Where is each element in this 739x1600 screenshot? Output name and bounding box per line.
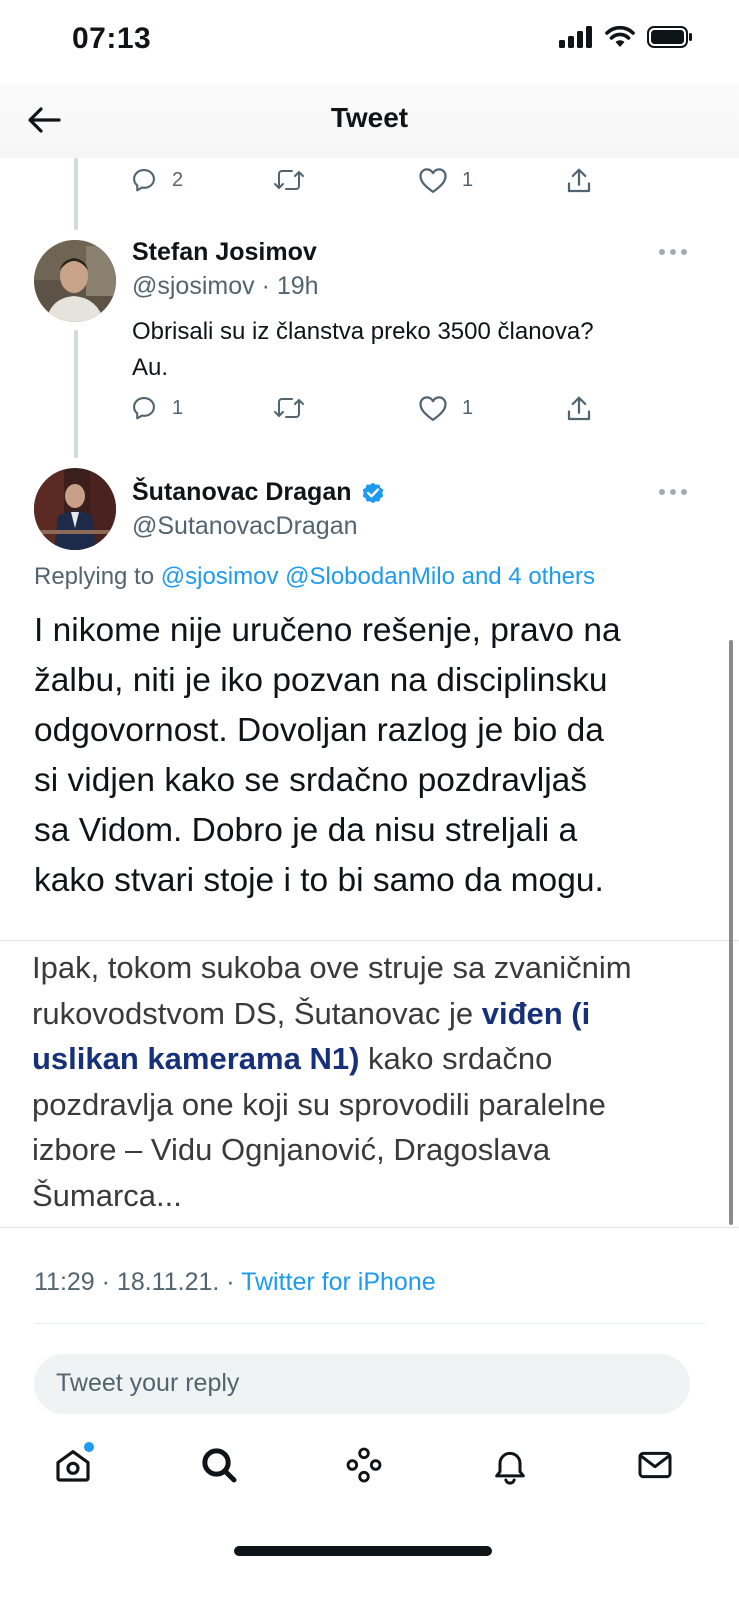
like-count: 1: [462, 168, 474, 191]
reply-button[interactable]: 2: [130, 166, 183, 194]
spaces-icon: [346, 1447, 382, 1483]
search-icon: [202, 1448, 237, 1483]
replying-to: Replying to @sjosimov @SlobodanMilo and …: [34, 563, 596, 590]
signal-icon: [559, 26, 592, 48]
reply-icon: [133, 397, 155, 420]
retweet-button[interactable]: [273, 166, 305, 194]
like-icon: [419, 168, 447, 193]
share-button[interactable]: [564, 166, 594, 196]
tab-messages[interactable]: [630, 1440, 680, 1490]
author-handle: @sjosimov · 19h: [132, 272, 319, 300]
retweet-icon: [274, 170, 304, 190]
tweet-source-link[interactable]: Twitter for iPhone: [241, 1268, 436, 1296]
replying-to-links[interactable]: @sjosimov @SlobodanMilo and 4 others: [161, 563, 595, 590]
more-button[interactable]: [659, 489, 687, 497]
image-text: Ipak, tokom sukoba ove struje sa zvaničn…: [32, 950, 632, 1213]
like-button[interactable]: 1: [418, 166, 473, 194]
reply-button[interactable]: 1: [130, 394, 183, 422]
more-icon: [659, 489, 665, 495]
avatar[interactable]: [34, 468, 116, 550]
tab-notifications[interactable]: [485, 1440, 535, 1490]
share-icon: [567, 168, 591, 193]
reply-input[interactable]: Tweet your reply: [34, 1354, 690, 1414]
scrollbar[interactable]: [729, 640, 733, 1225]
retweet-button[interactable]: [273, 394, 305, 422]
tab-home[interactable]: [48, 1440, 98, 1490]
author-handle: @SutanovacDragan: [132, 512, 358, 540]
status-time: 07:13: [72, 22, 152, 55]
status-bar: 07:13: [0, 0, 739, 84]
tweet-text: Obrisali su iz članstva preko 3500 člano…: [132, 318, 594, 381]
reply-count: 2: [172, 168, 184, 191]
battery-icon: [647, 26, 692, 48]
like-icon: [419, 396, 447, 421]
author-name[interactable]: Stefan Josimov: [132, 238, 317, 267]
like-count: 1: [462, 396, 474, 419]
status-icons: [559, 26, 693, 48]
tweet-time: 19h: [276, 272, 319, 300]
like-button[interactable]: 1: [418, 394, 473, 422]
wifi-icon: [605, 26, 635, 47]
more-button[interactable]: [659, 249, 687, 257]
home-indicator[interactable]: [234, 1546, 492, 1556]
avatar-photo: [34, 468, 116, 550]
retweet-icon: [274, 398, 304, 418]
tweet-image[interactable]: Ipak, tokom sukoba ove struje sa zvaničn…: [0, 940, 739, 1228]
reply-icon: [133, 169, 155, 192]
verified-icon: [362, 482, 383, 503]
main-tweet-text: I nikome nije uručeno rešenje, pravo na …: [34, 612, 621, 899]
notifications-icon: [495, 1451, 525, 1485]
page-title: Tweet: [330, 102, 409, 133]
share-button[interactable]: [564, 394, 594, 424]
tweet-meta: 11:29 · 18.11.21. · Twitter for iPhone: [34, 1268, 436, 1297]
tab-search[interactable]: [194, 1440, 244, 1490]
author-name[interactable]: Šutanovac Dragan: [132, 478, 386, 507]
tab-bar: [0, 1440, 739, 1500]
tweet-timestamp: 11:29 · 18.11.21. ·: [34, 1268, 235, 1296]
notification-dot: [84, 1442, 94, 1452]
reply-placeholder: Tweet your reply: [56, 1369, 240, 1397]
share-icon: [567, 396, 591, 421]
nav-header: Tweet: [0, 84, 739, 158]
reply-count: 1: [172, 396, 184, 419]
avatar-photo: [34, 240, 116, 322]
avatar[interactable]: [34, 240, 116, 322]
more-icon: [659, 249, 665, 255]
parent-action-row: 2 1: [130, 166, 630, 206]
reply-action-row: 1 1: [130, 394, 630, 434]
thread-line: [74, 158, 78, 230]
divider: [34, 1323, 705, 1324]
thread-line: [74, 330, 78, 458]
tab-spaces[interactable]: [339, 1440, 389, 1490]
messages-icon: [638, 1451, 672, 1479]
